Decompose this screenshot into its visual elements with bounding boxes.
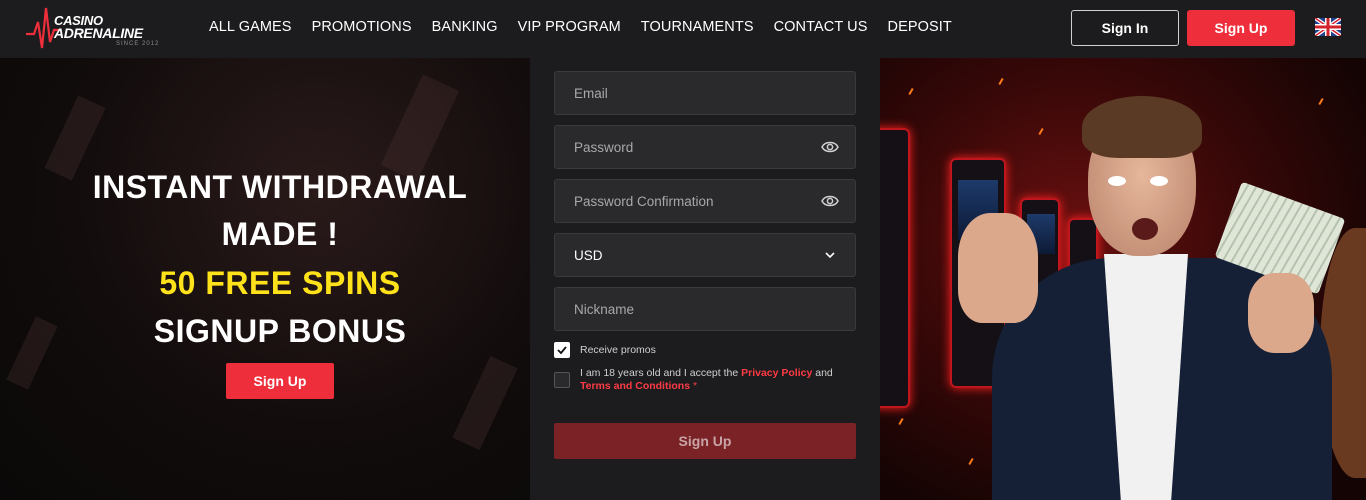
sign-up-button[interactable]: Sign Up (1187, 10, 1295, 46)
spark (898, 417, 904, 426)
email-field[interactable]: Email (554, 71, 856, 115)
signup-form: Email Password Password Confirmation USD… (530, 58, 880, 500)
currency-value: USD (574, 247, 603, 263)
hero-promo: INSTANT WITHDRAWAL MADE ! 50 FREE SPINS … (0, 58, 530, 500)
password-placeholder: Password (574, 139, 634, 155)
required-mark: * (690, 380, 698, 392)
spark (1318, 97, 1324, 106)
password-confirmation-placeholder: Password Confirmation (574, 193, 714, 209)
hero-free-spins: 50 FREE SPINS (159, 265, 401, 301)
nav-vip-program[interactable]: VIP PROGRAM (518, 19, 621, 35)
nav-contact-us[interactable]: CONTACT US (774, 19, 868, 35)
man-eye (1108, 176, 1126, 186)
nav-tournaments[interactable]: TOURNAMENTS (641, 19, 754, 35)
logo-tagline: SINCE 2012 (116, 41, 160, 47)
slot-machine (880, 128, 910, 408)
uk-flag-icon[interactable] (1315, 18, 1341, 36)
man-hair (1082, 96, 1202, 158)
nav-deposit[interactable]: DEPOSIT (888, 19, 952, 35)
casino-logo[interactable]: CASINO ADRENALINE SINCE 2012 (26, 4, 166, 56)
nav-all-games[interactable]: ALL GAMES (209, 19, 292, 35)
hero-line-1: INSTANT WITHDRAWAL (92, 169, 468, 205)
receive-promos-label: Receive promos (580, 344, 656, 356)
spark (968, 457, 974, 466)
spark (908, 87, 914, 96)
hero-image (880, 58, 1366, 500)
eye-icon[interactable] (821, 139, 839, 155)
submit-sign-up-button[interactable]: Sign Up (554, 423, 856, 459)
age-terms-checkbox[interactable] (554, 372, 570, 388)
terms-link[interactable]: Terms and Conditions (580, 380, 690, 392)
nav-banking[interactable]: BANKING (432, 19, 498, 35)
privacy-policy-link[interactable]: Privacy Policy (741, 367, 812, 379)
sign-in-button[interactable]: Sign In (1071, 10, 1179, 46)
age-text-and: and (812, 367, 833, 379)
currency-select[interactable]: USD (554, 233, 856, 277)
hero-headline: INSTANT WITHDRAWAL MADE ! 50 FREE SPINS … (0, 164, 530, 355)
man-right-hand (1248, 273, 1314, 353)
main-nav: ALL GAMES PROMOTIONS BANKING VIP PROGRAM… (209, 19, 952, 35)
nickname-field[interactable]: Nickname (554, 287, 856, 331)
age-terms-label: I am 18 years old and I accept the Priva… (580, 367, 850, 393)
hero-line-2: MADE ! (221, 216, 339, 252)
age-text: I am 18 years old and I accept the (580, 367, 742, 379)
man-mouth (1132, 218, 1158, 240)
password-field[interactable]: Password (554, 125, 856, 169)
password-confirmation-field[interactable]: Password Confirmation (554, 179, 856, 223)
nav-promotions[interactable]: PROMOTIONS (312, 19, 412, 35)
hero-sign-up-button[interactable]: Sign Up (226, 363, 334, 399)
spark (998, 77, 1004, 86)
top-header: CASINO ADRENALINE SINCE 2012 ALL GAMES P… (0, 0, 1366, 58)
man-eye (1150, 176, 1168, 186)
checkmark-icon (557, 346, 567, 355)
spark (1038, 127, 1044, 136)
background-shard (452, 355, 518, 451)
chevron-down-icon (825, 252, 835, 259)
hero-signup-bonus: SIGNUP BONUS (153, 313, 407, 349)
receive-promos-checkbox[interactable] (554, 342, 570, 358)
man-left-hand (958, 213, 1038, 323)
eye-icon[interactable] (821, 193, 839, 209)
logo-line2: ADRENALINE (54, 25, 143, 41)
